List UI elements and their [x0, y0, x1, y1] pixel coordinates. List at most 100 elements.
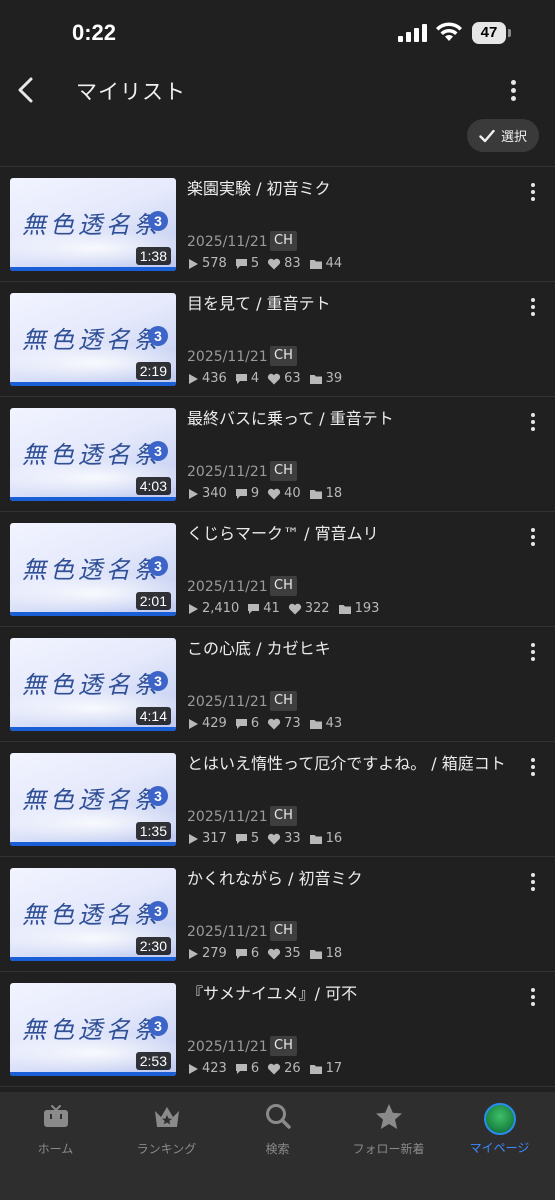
view-count: 340 [202, 486, 227, 501]
mylist-count: 193 [354, 601, 380, 616]
thumbnail-logo-text: 無色透名祭 [22, 441, 162, 469]
item-more-options-icon[interactable] [522, 294, 544, 320]
search-icon [265, 1104, 291, 1129]
video-title[interactable]: かくれながら / 初音ミク [187, 867, 507, 890]
back-arrow-icon[interactable] [10, 72, 44, 108]
channel-badge: CH [270, 346, 297, 366]
cellular-signal-icon [398, 24, 427, 42]
video-list-item[interactable]: 無色透名祭 3 2:01 くじらマーク™ / 宵音ムリ 2025/11/21 C… [0, 512, 555, 627]
video-stats: 317 5 33 16 [187, 831, 350, 846]
crown-icon [154, 1107, 179, 1127]
upload-date: 2025/11/21 [187, 1039, 268, 1055]
view-count: 317 [202, 831, 227, 846]
video-duration: 4:03 [135, 477, 171, 495]
thumbnail-logo-text: 無色透名祭 [22, 211, 162, 239]
nav-ranking[interactable]: ランキング [111, 1102, 222, 1156]
video-thumbnail[interactable]: 無色透名祭 3 1:38 [10, 178, 176, 271]
video-list-item[interactable]: 無色透名祭 3 1:35 とはいえ惰性って厄介ですよね。 / 箱庭コト 2025… [0, 742, 555, 857]
video-title[interactable]: 楽園実験 / 初音ミク [187, 177, 507, 200]
view-count: 429 [202, 716, 227, 731]
thumbnail-logo-number: 3 [148, 786, 168, 806]
view-count: 2,410 [202, 601, 240, 616]
folder-icon [338, 604, 351, 614]
like-count: 73 [284, 716, 301, 731]
video-title[interactable]: とはいえ惰性って厄介ですよね。 / 箱庭コト [187, 752, 507, 775]
thumbnail-logo-text: 無色透名祭 [22, 556, 162, 584]
item-more-options-icon[interactable] [522, 984, 544, 1010]
video-stats: 2,410 41 322 193 [187, 601, 387, 616]
comment-icon [235, 488, 247, 499]
star-icon [375, 1104, 402, 1129]
video-duration: 4:14 [135, 707, 171, 725]
play-count-icon [189, 258, 198, 269]
video-list-item[interactable]: 無色透名祭 3 2:53 『サメナイユメ』/ 可不 2025/11/21 CH … [0, 972, 555, 1087]
item-more-options-icon[interactable] [522, 524, 544, 550]
video-thumbnail[interactable]: 無色透名祭 3 4:14 [10, 638, 176, 731]
thumbnail-logo-number: 3 [148, 556, 168, 576]
video-title[interactable]: くじらマーク™ / 宵音ムリ [187, 522, 507, 545]
like-count: 63 [284, 371, 301, 386]
video-thumbnail[interactable]: 無色透名祭 3 2:53 [10, 983, 176, 1076]
mylist-count: 16 [325, 831, 343, 846]
nav-search[interactable]: 検索 [222, 1102, 333, 1156]
video-thumbnail[interactable]: 無色透名祭 3 4:03 [10, 408, 176, 501]
video-title[interactable]: 『サメナイユメ』/ 可不 [187, 982, 507, 1005]
tv-icon [43, 1105, 68, 1127]
video-stats: 340 9 40 18 [187, 486, 350, 501]
video-stats: 436 4 63 39 [187, 371, 350, 386]
like-count: 33 [284, 831, 301, 846]
video-stats: 423 6 26 17 [187, 1061, 350, 1076]
item-more-options-icon[interactable] [522, 179, 544, 205]
thumbnail-logo-text: 無色透名祭 [22, 1016, 162, 1044]
upload-date: 2025/11/21 [187, 234, 268, 250]
folder-icon [309, 719, 322, 729]
thumbnail-logo-text: 無色透名祭 [22, 901, 162, 929]
video-stats: 578 5 83 44 [187, 256, 350, 271]
nav-follow[interactable]: フォロー新着 [333, 1102, 444, 1156]
item-more-options-icon[interactable] [522, 754, 544, 780]
item-more-options-icon[interactable] [522, 639, 544, 665]
bottom-navigation: ホーム ランキング 検索 フォロー新着 マイページ [0, 1092, 555, 1200]
item-more-options-icon[interactable] [522, 869, 544, 895]
video-title[interactable]: この心底 / カゼヒキ [187, 637, 507, 660]
select-button[interactable]: 選択 [467, 119, 539, 152]
watch-progress-bar [10, 612, 176, 616]
upload-date: 2025/11/21 [187, 694, 268, 710]
item-more-options-icon[interactable] [522, 409, 544, 435]
nav-mypage[interactable]: マイページ [444, 1102, 555, 1155]
thumbnail-logo-number: 3 [148, 1016, 168, 1036]
thumbnail-logo-text: 無色透名祭 [22, 671, 162, 699]
battery-indicator: 47 [472, 22, 512, 44]
folder-icon [309, 949, 322, 959]
video-thumbnail[interactable]: 無色透名祭 3 2:01 [10, 523, 176, 616]
thumbnail-logo-number: 3 [148, 441, 168, 461]
video-duration: 2:01 [135, 592, 171, 610]
more-options-icon[interactable] [500, 74, 526, 106]
video-thumbnail[interactable]: 無色透名祭 3 1:35 [10, 753, 176, 846]
video-title[interactable]: 目を見て / 重音テト [187, 292, 507, 315]
watch-progress-bar [10, 267, 176, 271]
video-list-item[interactable]: 無色透名祭 3 1:38 楽園実験 / 初音ミク 2025/11/21 CH 5… [0, 167, 555, 282]
video-list-item[interactable]: 無色透名祭 3 4:03 最終バスに乗って / 重音テト 2025/11/21 … [0, 397, 555, 512]
video-duration: 1:38 [135, 247, 171, 265]
folder-icon [309, 489, 322, 499]
video-list-item[interactable]: 無色透名祭 3 2:30 かくれながら / 初音ミク 2025/11/21 CH… [0, 857, 555, 972]
channel-badge: CH [270, 691, 297, 711]
heart-icon [268, 948, 281, 959]
video-thumbnail[interactable]: 無色透名祭 3 2:30 [10, 868, 176, 961]
thumbnail-logo-number: 3 [148, 671, 168, 691]
nav-home[interactable]: ホーム [0, 1102, 111, 1156]
video-list-item[interactable]: 無色透名祭 3 4:14 この心底 / カゼヒキ 2025/11/21 CH 4… [0, 627, 555, 742]
comment-count: 6 [250, 716, 260, 731]
like-count: 40 [284, 486, 301, 501]
comment-count: 6 [250, 1061, 260, 1076]
video-thumbnail[interactable]: 無色透名祭 3 2:19 [10, 293, 176, 386]
video-list-item[interactable]: 無色透名祭 3 2:19 目を見て / 重音テト 2025/11/21 CH 4… [0, 282, 555, 397]
upload-date: 2025/11/21 [187, 579, 268, 595]
heart-icon [268, 1063, 281, 1074]
play-count-icon [189, 718, 198, 729]
video-title[interactable]: 最終バスに乗って / 重音テト [187, 407, 507, 430]
like-count: 35 [284, 946, 301, 961]
heart-icon [288, 603, 301, 614]
comment-icon [235, 1063, 247, 1074]
